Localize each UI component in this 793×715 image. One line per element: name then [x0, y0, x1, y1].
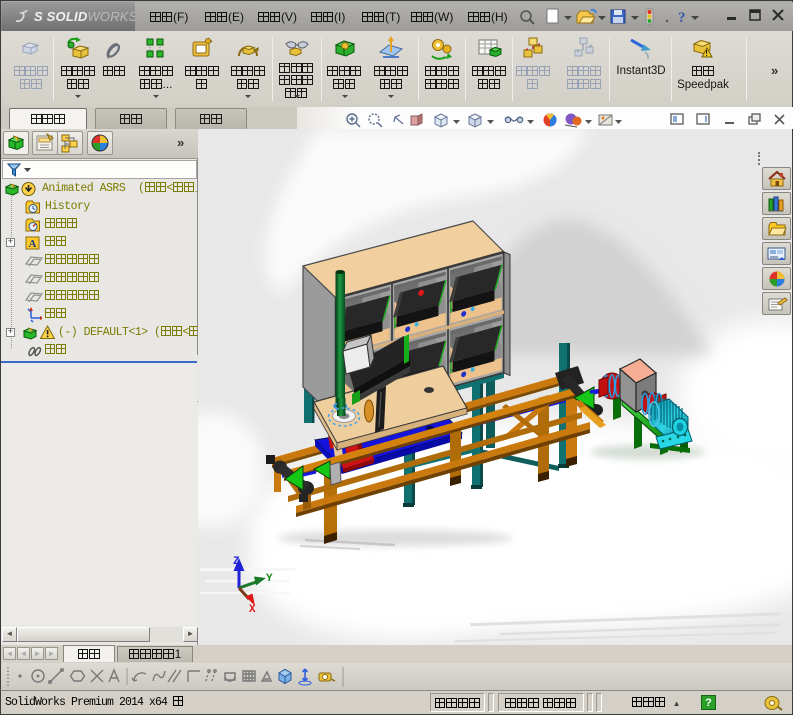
svg-text:Y: Y	[266, 573, 273, 585]
svg-text:!: !	[705, 49, 708, 58]
svg-text:?: ?	[678, 10, 686, 26]
svg-text:Z: Z	[233, 556, 240, 568]
svg-text:X: X	[249, 604, 256, 616]
svg-text:A: A	[29, 238, 37, 250]
